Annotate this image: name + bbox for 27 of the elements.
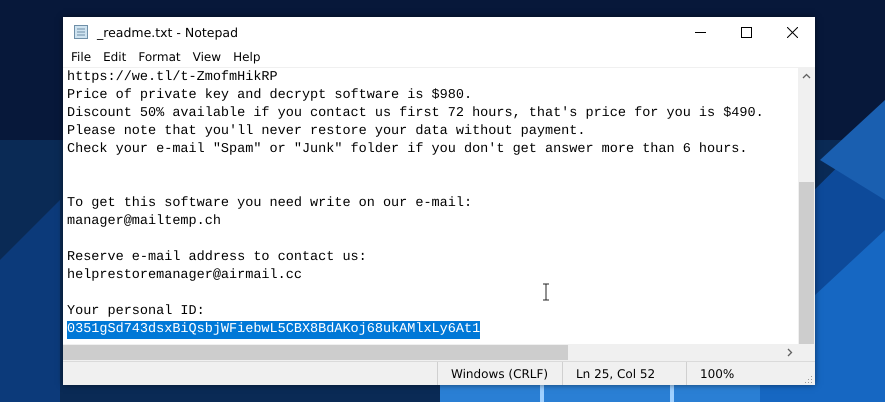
menu-item[interactable]: View bbox=[186, 50, 228, 64]
scrollbar-thumb[interactable] bbox=[63, 345, 568, 360]
menu-item[interactable]: Edit bbox=[97, 50, 132, 64]
text-line: Reserve e-mail address to contact us: bbox=[67, 249, 367, 267]
menu-item[interactable]: File bbox=[65, 50, 98, 64]
status-text: Ln 25, Col 52 bbox=[576, 366, 656, 380]
text-line: Discount 50% available if you contact us first 72 hours, that's price for you is $490. bbox=[67, 105, 764, 123]
scrollbar-thumb[interactable] bbox=[799, 182, 814, 344]
text-line: Please note that you'll never restore your data without payment. bbox=[67, 123, 586, 141]
text-line: helprestoremanager@airmail.cc bbox=[67, 267, 302, 285]
selected-text: 0351gSd743dsxBiQsbjWFiebwL5CBX8BdAKoj68ukAMlxLy6At1 bbox=[67, 321, 480, 339]
notepad-icon bbox=[73, 24, 89, 40]
text-cursor-icon bbox=[542, 283, 550, 301]
status-text: 100% bbox=[700, 366, 734, 380]
status-text: Windows (CRLF) bbox=[451, 366, 548, 380]
text-line: To get this software you need write on our e-mail: bbox=[67, 195, 472, 213]
close-icon bbox=[786, 26, 798, 38]
menu-item[interactable]: Format bbox=[132, 50, 187, 64]
resize-grip-icon[interactable] bbox=[805, 375, 813, 383]
text-line: https://we.tl/t-ZmofmHikRP bbox=[67, 69, 278, 87]
text-line: Price of private key and decrypt software is $980. bbox=[67, 87, 472, 105]
menu-item[interactable]: Help bbox=[227, 50, 266, 64]
maximize-icon bbox=[740, 26, 752, 38]
text-line: manager@mailtemp.ch bbox=[67, 213, 221, 231]
window-title: _readme.txt - Notepad bbox=[97, 24, 240, 40]
text-line: Check your e-mail "Spam" or "Junk" folder if you don't get answer more than 6 hours. bbox=[67, 141, 748, 159]
text-line: Your personal ID: bbox=[67, 303, 205, 321]
